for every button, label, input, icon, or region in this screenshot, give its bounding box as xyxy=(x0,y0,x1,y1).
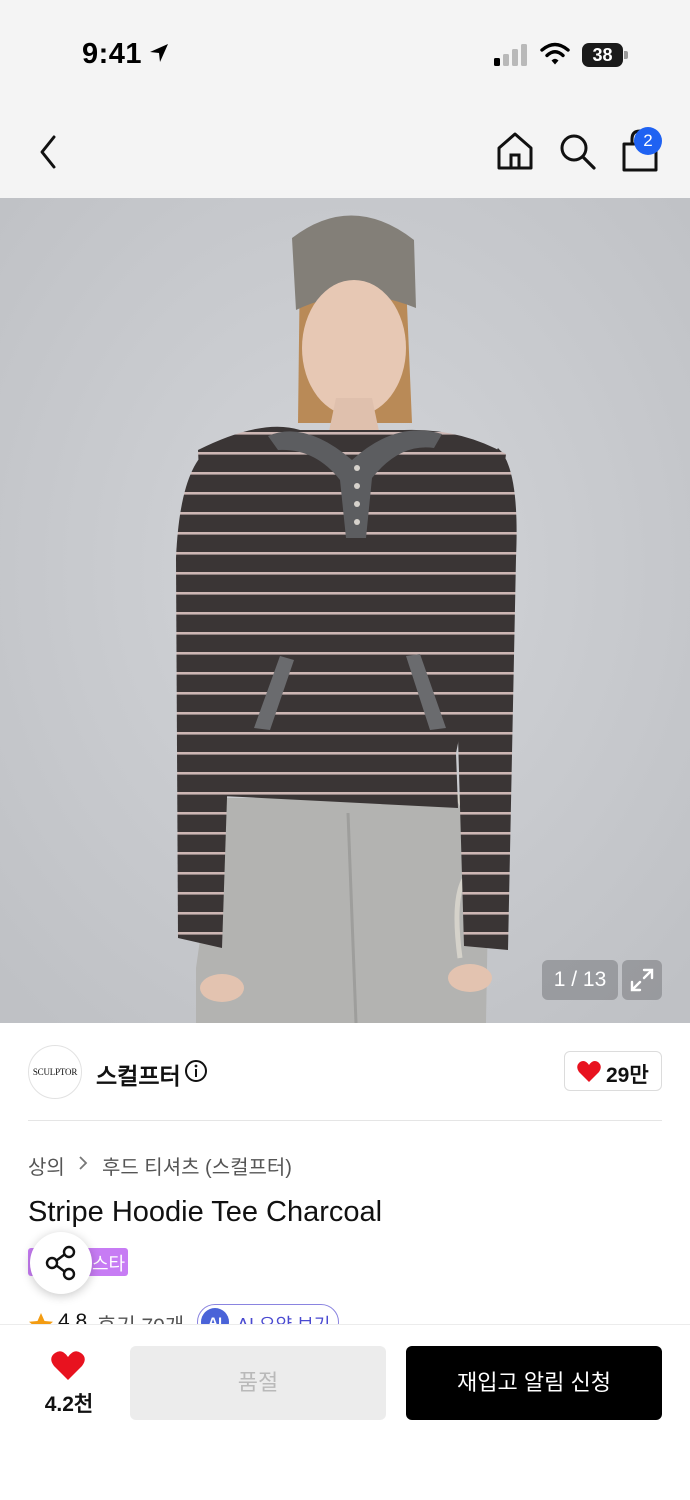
expand-image-button[interactable] xyxy=(622,960,662,1000)
heart-icon[interactable] xyxy=(50,1350,86,1382)
divider xyxy=(28,1120,662,1121)
breadcrumb: 상의 후드 티셔츠 (스컬프터) xyxy=(28,1151,292,1180)
product-image-carousel[interactable] xyxy=(0,198,690,1023)
share-button[interactable] xyxy=(30,1232,92,1294)
favorite-count: 4.2천 xyxy=(44,1393,94,1416)
restock-alert-button[interactable]: 재입고 알림 신청 xyxy=(406,1346,662,1420)
product-tag-label: 스타 xyxy=(92,1254,126,1274)
brand-logo[interactable]: SCULPTOR xyxy=(28,1045,82,1099)
search-icon[interactable] xyxy=(556,130,598,172)
star-icon xyxy=(29,1313,53,1324)
ai-summary-label: AI 요약 보기 xyxy=(237,1311,330,1324)
wifi-icon xyxy=(540,42,570,65)
battery-level: 38 xyxy=(592,45,613,65)
chevron-right-icon xyxy=(78,1154,88,1177)
status-time: 9:41 xyxy=(82,38,143,70)
share-icon xyxy=(45,1245,76,1281)
home-icon[interactable] xyxy=(494,130,536,172)
breadcrumb-item[interactable]: 후드 티셔츠 (스컬프터) xyxy=(102,1151,292,1180)
back-icon[interactable] xyxy=(34,132,64,172)
cart-count-badge: 2 xyxy=(634,127,662,155)
breadcrumb-item[interactable]: 상의 xyxy=(28,1151,65,1180)
product-title: Stripe Hoodie Tee Charcoal xyxy=(28,1196,383,1228)
brand-name[interactable]: 스컬프터 xyxy=(96,1057,181,1091)
image-counter: 1 / 13 xyxy=(542,960,618,1000)
soldout-button: 품절 xyxy=(130,1346,386,1420)
brand-like-count: 29만 xyxy=(606,1064,649,1087)
heart-icon xyxy=(577,1061,601,1082)
info-icon[interactable] xyxy=(184,1059,208,1083)
battery-icon: 38 xyxy=(582,43,628,67)
location-arrow-icon xyxy=(150,44,168,62)
rating-value: 4.8 xyxy=(58,1310,88,1324)
review-count[interactable]: 후기 70개 xyxy=(97,1310,184,1324)
signal-icon xyxy=(494,44,527,66)
product-photo xyxy=(0,198,690,1023)
expand-icon xyxy=(630,968,654,992)
rating-row: 4.8 후기 70개 AI AI 요약 보기 xyxy=(0,1302,690,1324)
